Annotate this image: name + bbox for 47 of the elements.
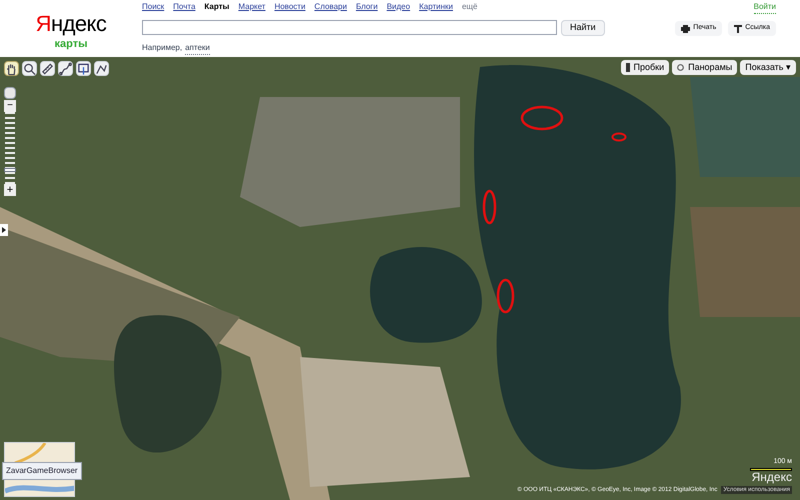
map-tool-button[interactable] (94, 61, 109, 76)
yandex-logo[interactable]: Яндекс (36, 12, 106, 36)
layer-button[interactable]: Пробки (620, 60, 670, 75)
pushpin-icon (734, 24, 742, 32)
nav-link[interactable]: Словари (314, 2, 347, 12)
nav-link[interactable]: Новости (274, 2, 306, 12)
nav-link[interactable]: ещё (462, 2, 478, 12)
panorama-icon (677, 64, 684, 71)
nav-link[interactable]: Поиск (142, 2, 164, 12)
example-label: Например, (142, 42, 182, 54)
triangle-right-icon (2, 227, 6, 233)
show-dropdown-button[interactable]: Показать ▾ (740, 60, 796, 75)
scale-bar (750, 468, 792, 470)
nav-link[interactable]: Карты (204, 2, 230, 12)
ellipse-annotation (482, 189, 497, 225)
zoom-slider-thumb[interactable] (4, 168, 16, 172)
yandex-map-logo: Яндекс (752, 470, 792, 484)
ellipse-annotation (496, 278, 515, 314)
map-tool-button[interactable] (76, 61, 91, 76)
example-link[interactable]: аптеки (185, 42, 210, 55)
search-button[interactable]: Найти (561, 20, 605, 36)
nav-link[interactable]: Почта (173, 2, 196, 12)
zoom-in-button[interactable]: + (4, 184, 16, 196)
map-tool-button[interactable] (40, 61, 55, 76)
ellipse-annotation (520, 105, 564, 131)
minimap-tooltip: ZavarGameBrowser (2, 462, 82, 480)
printer-icon (681, 24, 690, 32)
nav-link[interactable]: Картинки (419, 2, 453, 12)
nav-link[interactable]: Блоги (356, 2, 378, 12)
route-icon (59, 62, 72, 76)
layer-button[interactable]: Панорамы (672, 60, 738, 75)
search-field[interactable] (142, 20, 557, 35)
magnifier-icon (23, 62, 36, 76)
map-tool-button[interactable] (58, 61, 73, 76)
nav-link[interactable]: Видео (386, 2, 410, 12)
zoom-out-button[interactable]: − (4, 100, 16, 112)
map-tool-button[interactable] (4, 61, 19, 76)
map-tool-button[interactable] (22, 61, 37, 76)
nav-link[interactable]: Маркет (238, 2, 266, 12)
ellipse-annotation (611, 132, 627, 142)
hand-icon (5, 62, 18, 76)
layers-icon[interactable] (4, 87, 16, 99)
pin-icon (77, 62, 90, 76)
login-link[interactable]: Войти (754, 1, 776, 14)
ruler-icon (41, 62, 54, 76)
traffic-light-icon (626, 63, 630, 72)
expand-panel-button[interactable] (0, 224, 8, 236)
